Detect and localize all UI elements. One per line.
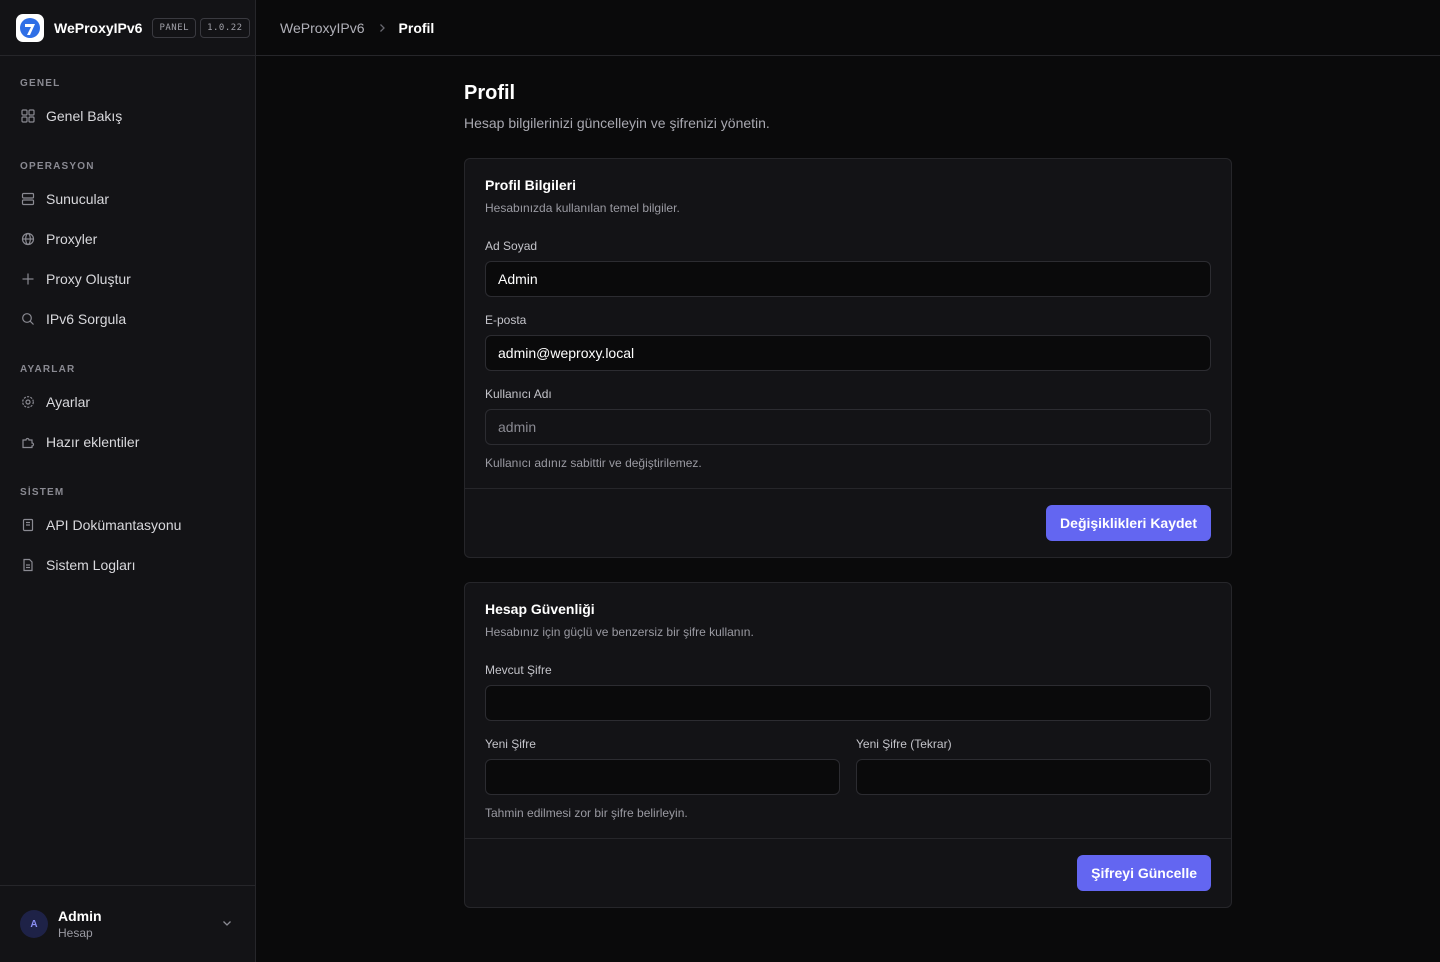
- sidebar-item-ayarlar[interactable]: Ayarlar: [0, 382, 255, 422]
- profile-card-footer: Değişiklikleri Kaydet: [465, 488, 1231, 557]
- card-subtitle: Hesabınız için güçlü ve benzersiz bir şi…: [485, 625, 754, 639]
- sidebar-item-label: Ayarlar: [46, 394, 91, 410]
- current-password-input[interactable]: [485, 685, 1211, 721]
- security-card-footer: Şifreyi Güncelle: [465, 838, 1231, 907]
- file-icon: [20, 557, 36, 573]
- sidebar-item-proxyler[interactable]: Proxyler: [0, 219, 255, 259]
- email-input[interactable]: admin@weproxy.local: [485, 335, 1211, 371]
- card-title: Profil Bilgileri: [485, 177, 577, 193]
- repeat-password-input[interactable]: [856, 759, 1211, 795]
- sidebar-item-ipv6-sorgula[interactable]: IPv6 Sorgula: [0, 299, 255, 339]
- sidebar: WeProxyIPv6 PANEL 1.0.22 GENEL Genel Bak…: [0, 0, 256, 962]
- breadcrumb-root[interactable]: WeProxyIPv6: [280, 20, 365, 36]
- user-meta: Admin Hesap: [58, 908, 102, 940]
- page-title: Profil: [464, 82, 516, 104]
- sidebar-item-label: Hazır eklentiler: [46, 434, 140, 450]
- email-label: E-posta: [485, 313, 527, 327]
- username-hint: Kullanıcı adınız sabittir ve değiştirile…: [485, 456, 702, 470]
- brand: WeProxyIPv6 PANEL 1.0.22: [0, 0, 255, 56]
- plus-icon: [20, 271, 36, 287]
- gear-icon: [20, 394, 36, 410]
- topbar: WeProxyIPv6 Profil: [256, 0, 1440, 56]
- server-icon: [20, 191, 36, 207]
- grid-icon: [20, 108, 36, 124]
- fullname-input[interactable]: Admin: [485, 261, 1211, 297]
- sidebar-item-label: Sunucular: [46, 191, 110, 207]
- sidebar-item-label: Proxy Oluştur: [46, 271, 131, 287]
- breadcrumb-current: Profil: [398, 19, 435, 36]
- section-title-genel: GENEL: [20, 77, 61, 89]
- section-title-ayarlar: AYARLAR: [20, 363, 76, 375]
- username-label: Kullanıcı Adı: [485, 387, 552, 401]
- app-root: WeProxyIPv6 PANEL 1.0.22 GENEL Genel Bak…: [0, 0, 1440, 962]
- profile-card-body: Profil Bilgileri Hesabınızda kullanılan …: [465, 159, 1231, 488]
- user-name: Admin: [58, 908, 102, 924]
- account-security-card: Hesap Güvenliği Hesabınız için güçlü ve …: [464, 582, 1232, 908]
- sidebar-nav: GENEL Genel Bakış OPERASYON Sunucular Pr…: [0, 56, 255, 585]
- update-password-button[interactable]: Şifreyi Güncelle: [1077, 855, 1211, 891]
- sidebar-item-sistem-loglari[interactable]: Sistem Logları: [0, 545, 255, 585]
- repeat-password-group: Yeni Şifre (Tekrar): [856, 721, 1211, 795]
- section-title-operasyon: OPERASYON: [20, 160, 95, 172]
- user-menu[interactable]: A Admin Hesap: [0, 885, 255, 962]
- sidebar-item-genel-bakis[interactable]: Genel Bakış: [0, 96, 255, 136]
- repeat-password-label: Yeni Şifre (Tekrar): [856, 737, 952, 751]
- globe-icon: [20, 231, 36, 247]
- sidebar-item-api-dokumantasyonu[interactable]: API Dokümantasyonu: [0, 505, 255, 545]
- card-title: Hesap Güvenliği: [485, 601, 595, 617]
- brand-name: WeProxyIPv6: [54, 19, 143, 36]
- username-input: admin: [485, 409, 1211, 445]
- section-title-sistem: SİSTEM: [20, 486, 65, 498]
- password-hint: Tahmin edilmesi zor bir şifre belirleyin…: [485, 806, 688, 820]
- sidebar-item-hazir-eklentiler[interactable]: Hazır eklentiler: [0, 422, 255, 462]
- user-role: Hesap: [58, 926, 93, 940]
- new-password-row: Yeni Şifre Yeni Şifre (Tekrar): [485, 721, 1211, 795]
- sidebar-item-label: IPv6 Sorgula: [46, 311, 127, 327]
- main-content: Profil Hesap bilgilerinizi güncelleyin v…: [464, 56, 1232, 908]
- avatar: A: [20, 910, 48, 938]
- puzzle-icon: [20, 434, 36, 450]
- panel-badge: PANEL: [152, 17, 197, 38]
- sidebar-item-label: Genel Bakış: [46, 108, 123, 124]
- new-password-group: Yeni Şifre: [485, 721, 840, 795]
- sidebar-item-label: Proxyler: [46, 231, 98, 247]
- sidebar-item-label: Sistem Logları: [46, 557, 136, 573]
- sidebar-item-label: API Dokümantasyonu: [46, 517, 182, 533]
- save-changes-button[interactable]: Değişiklikleri Kaydet: [1046, 505, 1211, 541]
- brand-logo-icon[interactable]: [16, 13, 44, 42]
- current-password-label: Mevcut Şifre: [485, 663, 552, 677]
- sidebar-item-sunucular[interactable]: Sunucular: [0, 179, 255, 219]
- chevron-right-icon: [377, 23, 387, 33]
- book-icon: [20, 517, 36, 533]
- profile-info-card: Profil Bilgileri Hesabınızda kullanılan …: [464, 158, 1232, 558]
- chevron-down-icon[interactable]: [221, 916, 233, 934]
- version-badge: 1.0.22: [200, 17, 250, 38]
- new-password-label: Yeni Şifre: [485, 737, 536, 751]
- security-card-body: Hesap Güvenliği Hesabınız için güçlü ve …: [465, 583, 1231, 838]
- search-icon: [20, 311, 36, 327]
- fullname-label: Ad Soyad: [485, 239, 538, 253]
- page-subtitle: Hesap bilgilerinizi güncelleyin ve şifre…: [464, 115, 770, 131]
- sidebar-item-proxy-olustur[interactable]: Proxy Oluştur: [0, 259, 255, 299]
- card-subtitle: Hesabınızda kullanılan temel bilgiler.: [485, 201, 680, 215]
- new-password-input[interactable]: [485, 759, 840, 795]
